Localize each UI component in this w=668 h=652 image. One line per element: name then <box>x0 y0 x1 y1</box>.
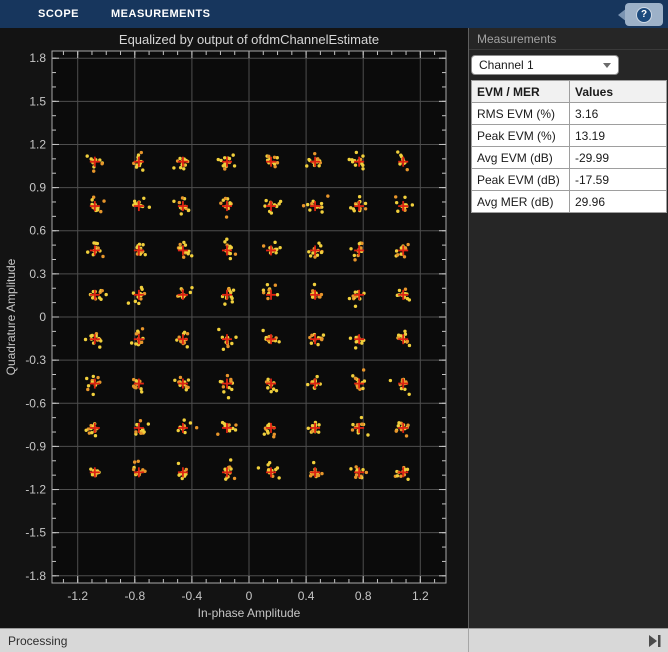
status-bar-divider <box>468 629 469 652</box>
measurements-panel-title: Measurements <box>469 28 668 50</box>
svg-text:-1.5: -1.5 <box>25 526 46 540</box>
svg-text:0.9: 0.9 <box>29 181 46 195</box>
table-header-row: EVM / MERValues <box>472 81 667 103</box>
channel-dropdown[interactable]: Channel 1 <box>471 55 619 75</box>
skip-to-end-icon[interactable] <box>648 634 662 648</box>
svg-text:0.4: 0.4 <box>298 589 315 603</box>
svg-text:In-phase Amplitude: In-phase Amplitude <box>198 606 301 620</box>
svg-text:1.2: 1.2 <box>412 589 429 603</box>
svg-text:-1.2: -1.2 <box>25 483 46 497</box>
question-mark-icon: ? <box>636 7 652 23</box>
toolstrip: SCOPE MEASUREMENTS ? <box>0 0 668 28</box>
table-row: RMS EVM (%)3.16 <box>472 103 667 125</box>
measurement-value: -17.59 <box>570 169 667 191</box>
help-button[interactable]: ? <box>625 3 663 26</box>
svg-text:0: 0 <box>39 310 46 324</box>
svg-text:0.6: 0.6 <box>29 224 46 238</box>
plot-panel: -1.2 -0.8 -0.4 0 0.4 0.8 1.2 1.8 1.5 1.2 0.9 0.6 0.3… <box>0 28 468 628</box>
svg-text:-0.3: -0.3 <box>25 353 46 367</box>
svg-text:1.5: 1.5 <box>29 94 46 108</box>
table-row: Avg EVM (dB)-29.99 <box>472 147 667 169</box>
svg-text:0.3: 0.3 <box>29 267 46 281</box>
svg-text:-0.9: -0.9 <box>25 439 46 453</box>
measurement-value: -29.99 <box>570 147 667 169</box>
svg-text:-0.4: -0.4 <box>182 589 203 603</box>
status-bar: Processing <box>0 628 668 652</box>
measurement-value: 13.19 <box>570 125 667 147</box>
constellation-scope-window: SCOPE MEASUREMENTS ? -1.2 -0.8 -0.4 0 0.4 0.8… <box>0 0 668 652</box>
table-row: Peak EVM (%)13.19 <box>472 125 667 147</box>
measurement-value: 3.16 <box>570 103 667 125</box>
measurement-label: RMS EVM (%) <box>472 103 570 125</box>
svg-text:-1.8: -1.8 <box>25 569 46 583</box>
status-text: Processing <box>8 634 67 648</box>
svg-text:1.2: 1.2 <box>29 137 46 151</box>
measurement-label: Peak EVM (%) <box>472 125 570 147</box>
svg-text:-0.8: -0.8 <box>124 589 145 603</box>
measurement-label: Peak EVM (dB) <box>472 169 570 191</box>
svg-text:Equalized by output of ofdmCha: Equalized by output of ofdmChannelEstima… <box>119 32 379 47</box>
svg-text:0.8: 0.8 <box>355 589 372 603</box>
chevron-down-icon <box>603 63 611 68</box>
measurements-panel: Measurements Channel 1 EVM / MERValues R… <box>468 28 668 628</box>
svg-text:0: 0 <box>246 589 253 603</box>
measurement-label: Avg MER (dB) <box>472 191 570 213</box>
svg-text:-1.2: -1.2 <box>67 589 88 603</box>
svg-text:Quadrature Amplitude: Quadrature Amplitude <box>4 258 18 375</box>
table-row: Avg MER (dB)29.96 <box>472 191 667 213</box>
measurement-label: Avg EVM (dB) <box>472 147 570 169</box>
constellation-plot: -1.2 -0.8 -0.4 0 0.4 0.8 1.2 1.8 1.5 1.2 0.9 0.6 0.3… <box>0 28 468 628</box>
table-column-header: EVM / MER <box>472 81 570 103</box>
svg-text:1.8: 1.8 <box>29 51 46 65</box>
table-row: Peak EVM (dB)-17.59 <box>472 169 667 191</box>
tab-scope[interactable]: SCOPE <box>22 0 95 28</box>
toolstrip-right-controls: ? <box>618 3 663 26</box>
table-column-header: Values <box>570 81 667 103</box>
measurement-value: 29.96 <box>570 191 667 213</box>
tab-measurements[interactable]: MEASUREMENTS <box>95 0 227 28</box>
evm-mer-table: EVM / MERValues RMS EVM (%)3.16Peak EVM … <box>471 80 667 213</box>
svg-text:-0.6: -0.6 <box>25 396 46 410</box>
channel-dropdown-value: Channel 1 <box>479 58 534 72</box>
